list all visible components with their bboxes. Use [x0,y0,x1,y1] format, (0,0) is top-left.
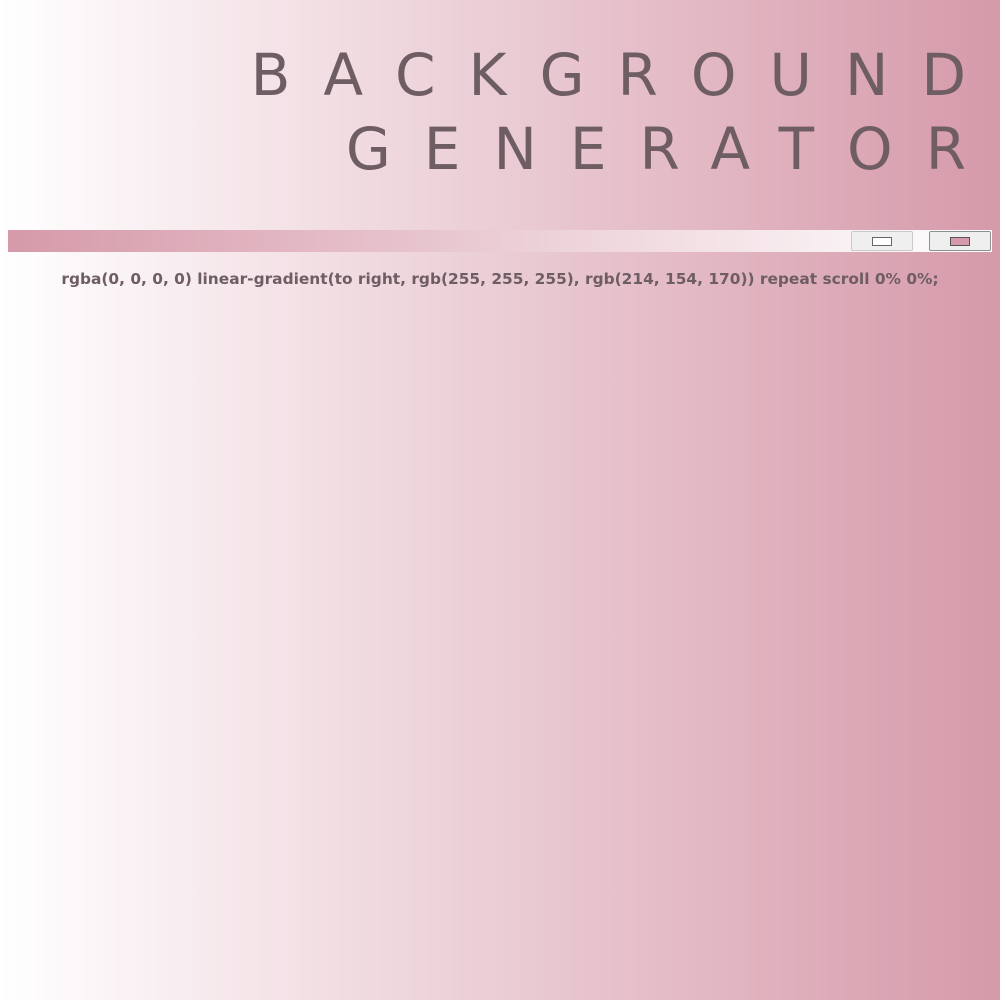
page-background: { "header": { "title_line1": "BACKGROUND… [0,0,1000,1000]
title-line-generator: GENERATOR [345,115,999,183]
title-line-background: BACKGROUND [250,41,999,109]
color-swatch-2 [950,237,970,246]
color-swatch-1 [872,237,892,246]
color-picker-2[interactable] [929,231,991,251]
color-picker-1[interactable] [851,231,913,251]
page-title: BACKGROUND GENERATOR [251,38,999,186]
gradient-preview-strip [8,230,992,252]
css-output-text: rgba(0, 0, 0, 0) linear-gradient(to righ… [61,270,939,288]
